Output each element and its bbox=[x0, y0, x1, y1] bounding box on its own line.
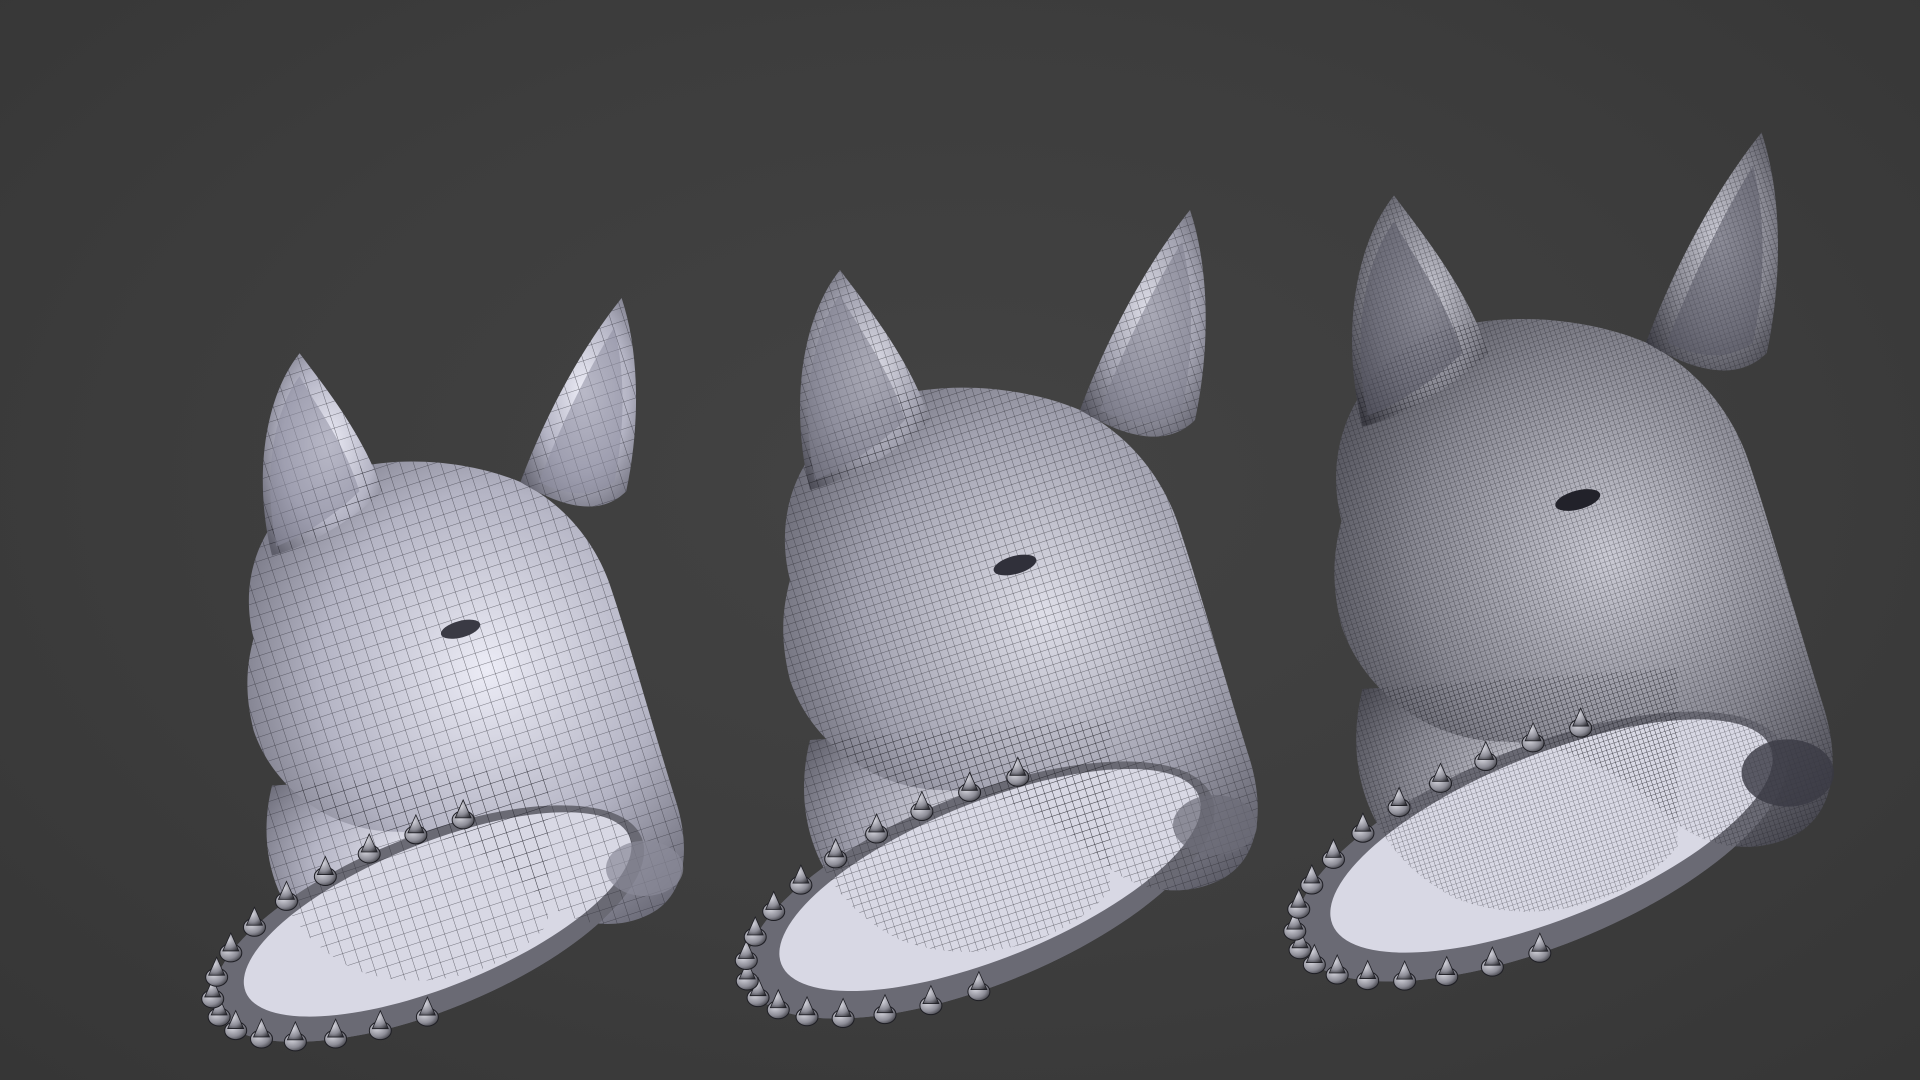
collar-spike bbox=[1321, 838, 1345, 869]
collar-spike bbox=[743, 916, 767, 947]
collar-spike bbox=[219, 931, 243, 963]
collar-spike bbox=[789, 864, 813, 895]
3d-viewport[interactable] bbox=[0, 0, 1920, 1080]
collar-spike bbox=[762, 890, 786, 922]
collar-spike bbox=[1351, 812, 1375, 843]
collar-spike bbox=[1300, 864, 1324, 895]
model-medium-density bbox=[712, 210, 1258, 1072]
scene-render bbox=[182, 132, 1834, 1080]
model-low-density bbox=[182, 298, 684, 1080]
collar-spike bbox=[205, 956, 229, 987]
model-high-density bbox=[1260, 132, 1834, 1038]
collar-spike bbox=[242, 906, 266, 937]
